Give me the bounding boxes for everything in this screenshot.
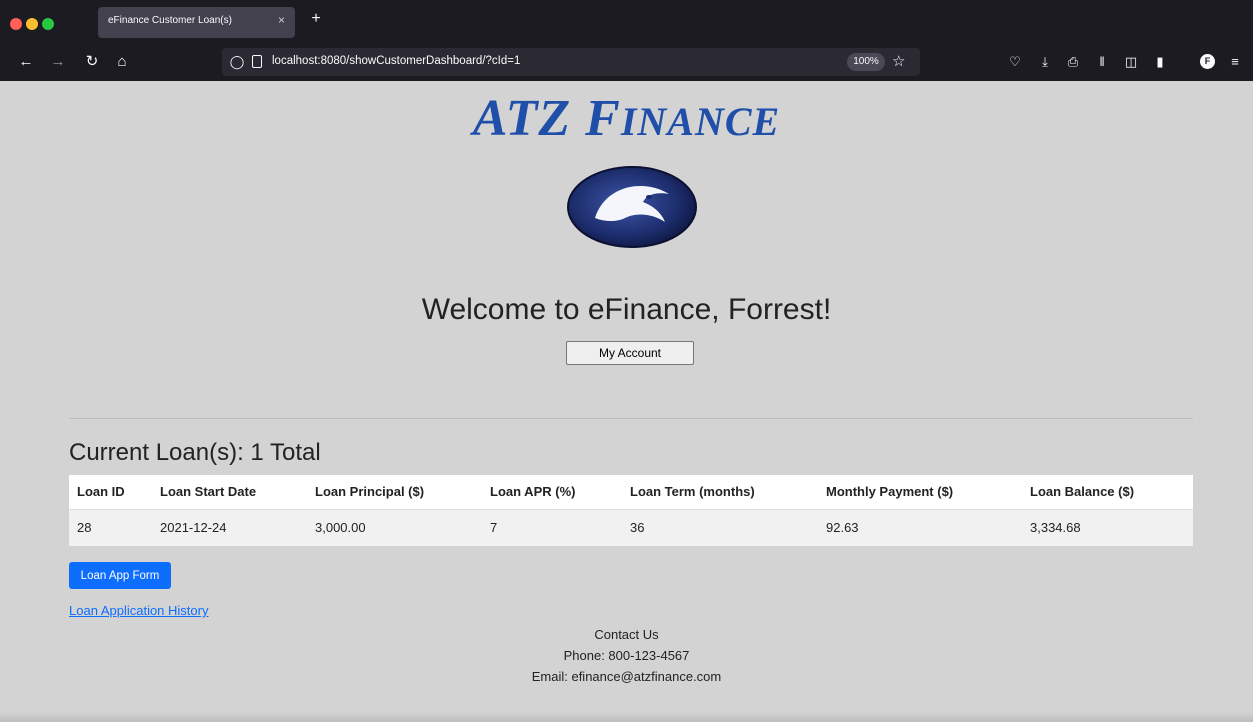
column-header: Monthly Payment ($) xyxy=(818,475,1022,509)
column-header: Loan Balance ($) xyxy=(1022,475,1193,509)
column-header: Loan Start Date xyxy=(152,475,307,509)
loan-application-history-link[interactable]: Loan Application History xyxy=(69,603,208,618)
forward-arrow-icon[interactable]: → xyxy=(46,51,70,73)
library-icon[interactable]: ‖ xyxy=(1092,52,1112,72)
footer: Contact Us Phone: 800-123-4567 Email: ef… xyxy=(0,624,1253,687)
reload-icon[interactable]: ↻ xyxy=(80,51,104,73)
contact-us-label: Contact Us xyxy=(594,627,659,642)
pocket-icon[interactable]: ♡ xyxy=(1005,52,1025,72)
menu-icon[interactable]: ≡ xyxy=(1225,52,1245,72)
minimize-window-button[interactable] xyxy=(26,18,38,30)
tab-title: eFinance Customer Loan(s) xyxy=(108,15,232,26)
loan-principal-cell: 3,000.00 xyxy=(307,508,482,546)
nittany-lion-logo-icon xyxy=(567,166,697,248)
close-window-button[interactable] xyxy=(10,18,22,30)
column-header: Loan ID xyxy=(69,475,152,509)
tab-strip: eFinance Customer Loan(s) × + xyxy=(0,5,1253,41)
column-header: Loan Principal ($) xyxy=(307,475,482,509)
back-arrow-icon[interactable]: ← xyxy=(14,51,38,73)
sidebar-icon[interactable]: ◫ xyxy=(1121,52,1141,72)
zoom-level-badge[interactable]: 100% xyxy=(847,53,885,71)
bottom-shade xyxy=(0,712,1253,722)
profile-avatar-icon[interactable]: F xyxy=(1200,54,1215,69)
divider xyxy=(69,418,1193,419)
browser-chrome: eFinance Customer Loan(s) × + ← → ↻ ⌂ ◯ … xyxy=(0,0,1253,81)
table-header-row: Loan ID Loan Start Date Loan Principal (… xyxy=(69,475,1193,509)
address-bar[interactable]: ◯ localhost:8080/showCustomerDashboard/?… xyxy=(222,48,920,76)
loan-app-form-button[interactable]: Loan App Form xyxy=(69,562,171,589)
url-text[interactable]: localhost:8080/showCustomerDashboard/?cI… xyxy=(272,55,520,67)
loan-start-date-cell: 2021-12-24 xyxy=(152,508,307,546)
loan-apr-cell: 7 xyxy=(482,508,622,546)
table-row: 28 2021-12-24 3,000.00 7 36 92.63 3,334.… xyxy=(69,508,1193,546)
tab-active[interactable]: eFinance Customer Loan(s) × xyxy=(98,7,295,38)
phone-text: Phone: 800-123-4567 xyxy=(563,648,690,663)
column-header: Loan Term (months) xyxy=(622,475,818,509)
shield-icon[interactable]: ◯ xyxy=(228,53,246,71)
loans-table: Loan ID Loan Start Date Loan Principal (… xyxy=(69,475,1193,546)
page-icon xyxy=(250,53,264,71)
column-header: Loan APR (%) xyxy=(482,475,622,509)
atz-finance-logo-text: ATZ FINANCE xyxy=(472,90,781,147)
email-text: Email: efinance@atzfinance.com xyxy=(531,669,722,684)
page-content: ATZ FINANCE Welcome to eFinance, Forrest… xyxy=(0,81,1253,722)
monthly-payment-cell: 92.63 xyxy=(818,508,1022,546)
home-icon[interactable]: ⌂ xyxy=(110,51,134,73)
bookmark-star-icon[interactable]: ☆ xyxy=(892,52,905,70)
current-loans-heading: Current Loan(s): 1 Total xyxy=(69,439,321,466)
new-tab-button[interactable]: + xyxy=(304,7,328,33)
maximize-window-button[interactable] xyxy=(42,18,54,30)
nav-bar: ← → ↻ ⌂ ◯ localhost:8080/showCustomerDas… xyxy=(0,43,1253,81)
bookmark-icon[interactable]: ▮ xyxy=(1150,52,1170,72)
loan-id-cell: 28 xyxy=(69,508,152,546)
my-account-button[interactable]: My Account xyxy=(566,341,694,365)
loan-balance-cell: 3,334.68 xyxy=(1022,508,1193,546)
print-icon[interactable]: ⎙ xyxy=(1063,52,1083,72)
tab-close-icon[interactable]: × xyxy=(278,13,285,27)
welcome-heading: Welcome to eFinance, Forrest! xyxy=(421,293,832,326)
downloads-icon[interactable]: ⤓ xyxy=(1035,52,1055,72)
loan-term-cell: 36 xyxy=(622,508,818,546)
